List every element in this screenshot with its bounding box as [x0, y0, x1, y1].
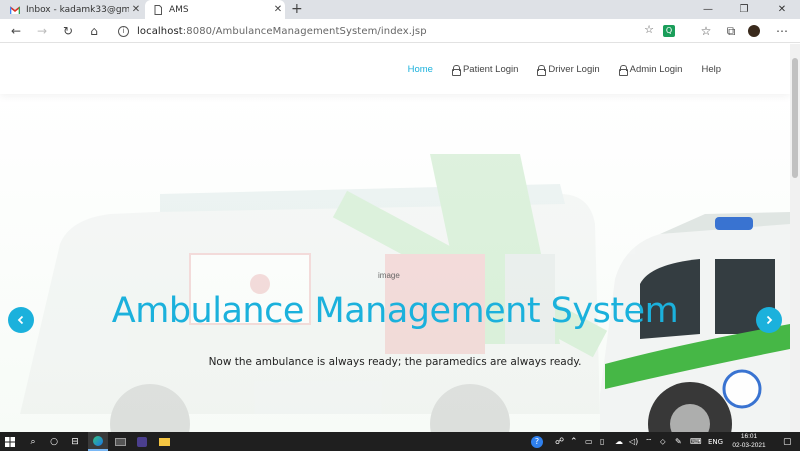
- carousel-next-button[interactable]: [756, 307, 782, 333]
- people-icon[interactable]: ☍: [555, 432, 564, 451]
- nav-driver-login[interactable]: Driver Login: [537, 64, 600, 76]
- gmail-icon: [10, 5, 20, 14]
- web-page: Home Patient Login Driver Login Admin Lo…: [0, 44, 790, 432]
- task-view-icon[interactable]: ⊟: [66, 432, 84, 451]
- browser-tab-strip: Inbox - kadamk33@gmail.com - ✕ AMS ✕ + —…: [0, 0, 800, 19]
- edge-browser-icon[interactable]: [88, 432, 108, 451]
- windows-start-icon[interactable]: [0, 432, 20, 451]
- chevron-right-icon: [766, 315, 773, 325]
- wifi-icon[interactable]: ⌔: [645, 432, 653, 451]
- favorites-icon[interactable]: ☆: [697, 22, 715, 40]
- pen-icon[interactable]: ✎: [675, 432, 682, 451]
- keyboard-icon[interactable]: ⌨: [690, 432, 702, 451]
- tab-ams[interactable]: AMS ✕: [145, 0, 285, 19]
- browser-toolbar: ← → ↻ ⌂ i localhost:8080/AmbulanceManage…: [0, 19, 800, 43]
- lock-icon: [537, 64, 547, 76]
- restore-icon[interactable]: ❐: [726, 0, 762, 19]
- extension-icon[interactable]: Q: [663, 25, 675, 37]
- cloud-icon[interactable]: ☁: [615, 432, 623, 451]
- clock[interactable]: 16:01 02-03-2021: [727, 433, 771, 450]
- volume-icon[interactable]: ◁): [629, 432, 638, 451]
- nav-patient-login[interactable]: Patient Login: [451, 64, 518, 76]
- clock-date: 02-03-2021: [732, 441, 766, 449]
- up-arrow-icon[interactable]: ⌃: [570, 432, 578, 451]
- cortana-icon[interactable]: ○: [45, 432, 63, 451]
- url-text: localhost:8080/AmbulanceManagementSystem…: [137, 25, 427, 37]
- terminal-icon[interactable]: [110, 432, 130, 451]
- file-explorer-icon[interactable]: [154, 432, 174, 451]
- nav-home[interactable]: Home: [408, 64, 433, 75]
- hero-carousel: image Ambulance Management System Now th…: [0, 94, 790, 432]
- device-icon[interactable]: ▭: [585, 432, 593, 451]
- dropbox-icon[interactable]: ⬦: [660, 432, 666, 451]
- info-icon[interactable]: i: [118, 25, 129, 37]
- tab-inbox[interactable]: Inbox - kadamk33@gmail.com - ✕: [0, 0, 143, 19]
- profile-avatar[interactable]: [748, 25, 760, 37]
- nav-admin-login[interactable]: Admin Login: [618, 64, 682, 76]
- close-window-icon[interactable]: ✕: [764, 0, 800, 19]
- broken-image-placeholder: image: [378, 271, 400, 280]
- page-scrollbar[interactable]: [790, 44, 800, 432]
- favorite-star-icon[interactable]: ☆: [644, 23, 654, 36]
- battery-icon[interactable]: ▯: [600, 432, 604, 451]
- close-tab-icon[interactable]: ✕: [271, 4, 285, 15]
- tab-title: Inbox - kadamk33@gmail.com -: [26, 4, 129, 15]
- hero-subtitle: Now the ambulance is always ready; the p…: [208, 356, 582, 368]
- close-tab-icon[interactable]: ✕: [129, 4, 143, 15]
- scrollbar-thumb[interactable]: [792, 58, 798, 178]
- app-icon[interactable]: [132, 432, 152, 451]
- minimize-icon[interactable]: —: [690, 0, 726, 19]
- back-icon[interactable]: ←: [7, 22, 25, 40]
- tab-title: AMS: [169, 4, 189, 15]
- reload-icon[interactable]: ↻: [59, 22, 77, 40]
- search-icon[interactable]: ⌕: [24, 432, 42, 451]
- home-icon[interactable]: ⌂: [85, 22, 103, 40]
- page-icon: [154, 4, 162, 15]
- forward-icon[interactable]: →: [33, 22, 51, 40]
- menu-icon[interactable]: ⋯: [773, 22, 791, 40]
- address-bar[interactable]: i localhost:8080/AmbulanceManagementSyst…: [112, 21, 658, 41]
- lock-icon: [451, 64, 461, 76]
- carousel-prev-button[interactable]: [8, 307, 34, 333]
- nav-help[interactable]: Help: [701, 64, 721, 75]
- clock-time: 16:01: [740, 433, 758, 440]
- language-indicator[interactable]: ENG: [708, 432, 723, 451]
- chevron-left-icon: [17, 315, 24, 325]
- ambulance-background-image: [20, 154, 790, 432]
- new-tab-icon[interactable]: +: [291, 1, 303, 17]
- help-icon[interactable]: ?: [531, 432, 543, 451]
- collections-icon[interactable]: ⧉: [722, 22, 740, 40]
- notifications-icon[interactable]: ▢: [783, 432, 792, 451]
- windows-taskbar: ⌕ ○ ⊟ ? ☍ ⌃ ▭ ▯ ☁ ◁) ⌔ ⬦ ✎ ⌨ ENG 16:01 0…: [0, 432, 800, 451]
- lock-icon: [618, 64, 628, 76]
- site-navbar: Home Patient Login Driver Login Admin Lo…: [0, 44, 790, 94]
- hero-title: Ambulance Management System: [111, 291, 679, 331]
